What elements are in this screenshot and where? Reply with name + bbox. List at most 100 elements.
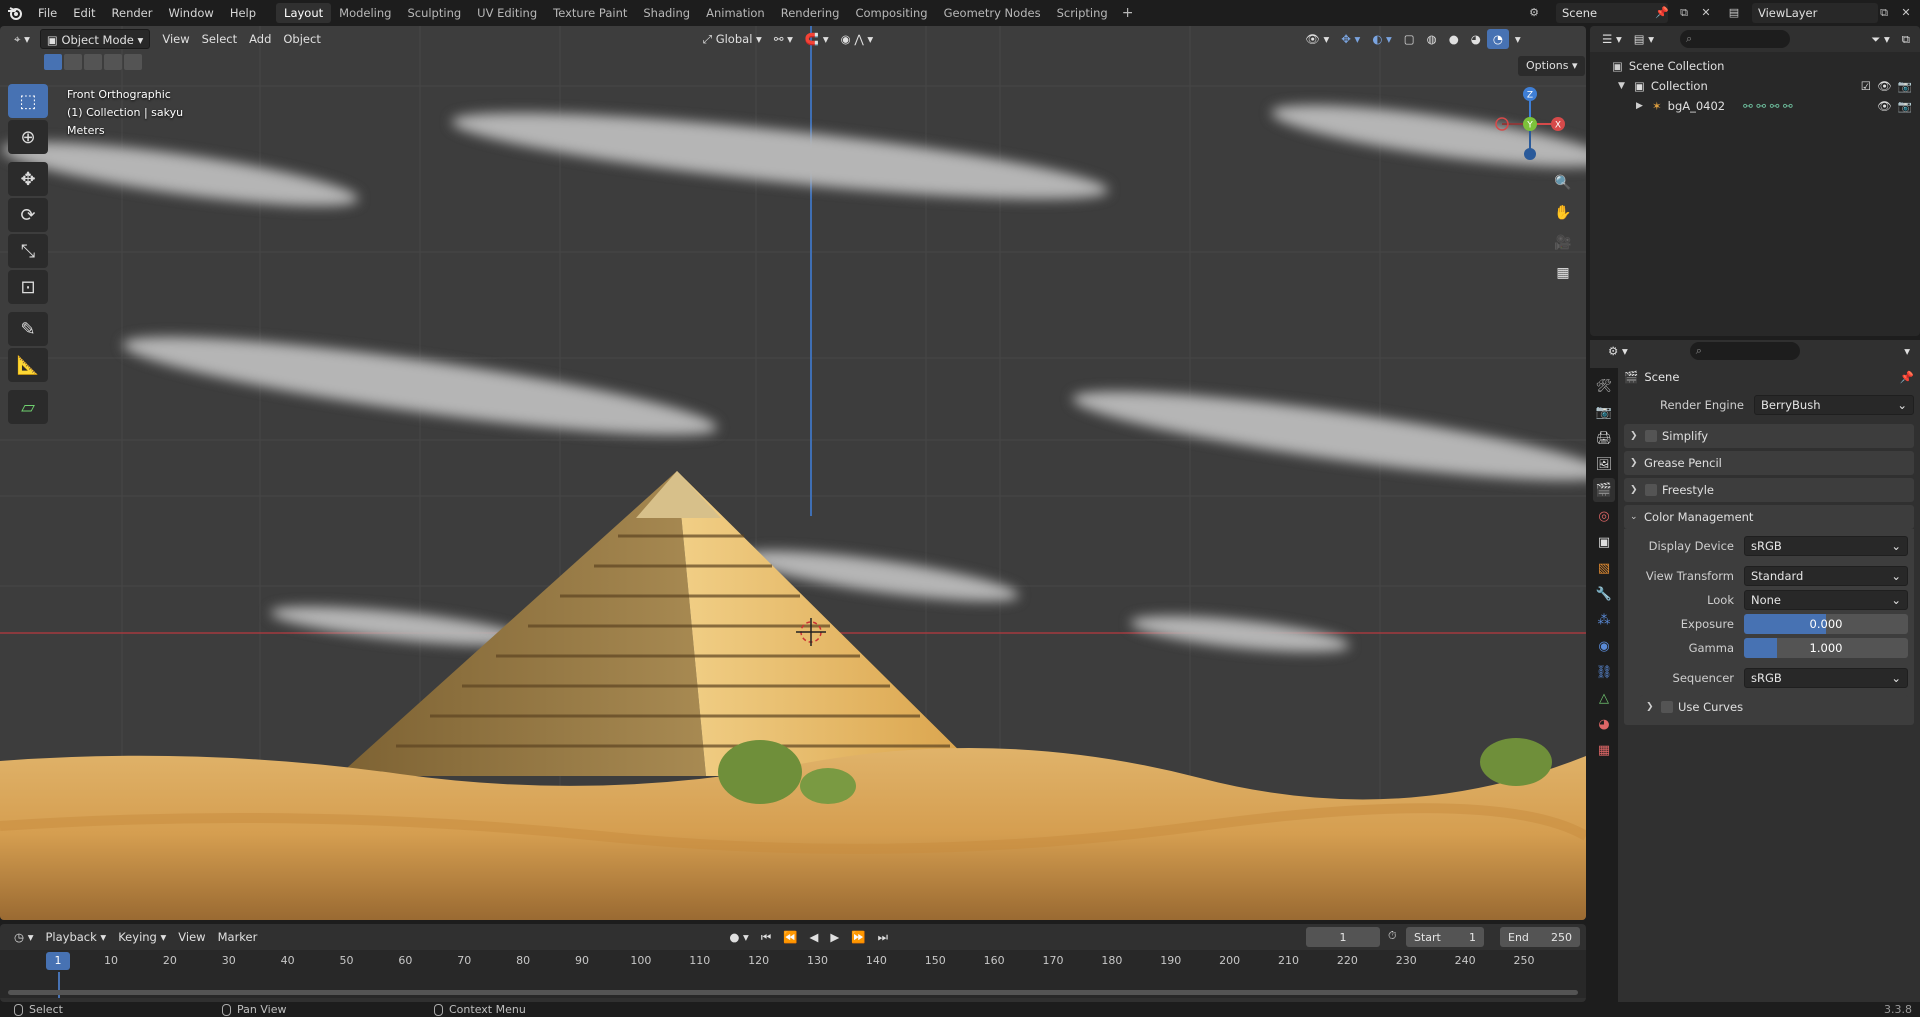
current-frame-field[interactable]: 1 xyxy=(1306,927,1380,947)
use-curves-checkbox[interactable] xyxy=(1661,701,1673,713)
delete-scene-icon[interactable]: ✕ xyxy=(1698,5,1714,21)
collection-checkbox-icon[interactable]: ☑ xyxy=(1861,79,1871,93)
new-view-layer-icon[interactable]: ⧉ xyxy=(1876,5,1892,21)
collection-visibility-icon[interactable]: 👁 xyxy=(1877,79,1892,93)
snap-icon[interactable]: 🧲 ▾ xyxy=(799,29,835,49)
display-mode-icon[interactable]: ▤ ▾ xyxy=(1628,29,1660,49)
tab-scripting[interactable]: Scripting xyxy=(1049,3,1116,23)
scene-tab-icon[interactable]: 🎬 xyxy=(1593,478,1615,502)
use-preview-range-icon[interactable]: ⏱ xyxy=(1388,929,1397,943)
visibility-icon[interactable]: 👁 ▾ xyxy=(1299,29,1335,49)
cursor-tool-icon[interactable]: ⊕ xyxy=(8,120,48,154)
end-frame-field[interactable]: End 250 xyxy=(1500,927,1580,947)
timeline-editor-type-icon[interactable]: ◷ ▾ xyxy=(8,927,39,947)
tab-shading[interactable]: Shading xyxy=(635,3,698,23)
view-layer-icon[interactable]: ▤ xyxy=(1726,5,1742,21)
ortho-grid-icon[interactable]: ▦ xyxy=(1550,260,1576,286)
select-subtract-icon[interactable] xyxy=(84,54,102,70)
collection-expand-icon[interactable]: ▼ xyxy=(1618,81,1630,91)
freestyle-panel-header[interactable]: ❯ Freestyle xyxy=(1624,478,1914,502)
shading-solid-icon[interactable]: ● xyxy=(1443,29,1465,49)
rotate-tool-icon[interactable]: ⟳ xyxy=(8,198,48,232)
start-frame-field[interactable]: Start 1 xyxy=(1406,927,1484,947)
sequencer-dropdown[interactable]: sRGB ⌄ xyxy=(1744,668,1908,688)
timeline-menu-keying[interactable]: Keying ▾ xyxy=(112,927,172,947)
gizmo-toggle-icon[interactable]: ✥ ▾ xyxy=(1335,29,1366,49)
options-button[interactable]: Options ▾ xyxy=(1518,56,1586,76)
timeline-menu-view[interactable]: View xyxy=(172,927,211,947)
collection-render-icon[interactable]: 📷 xyxy=(1898,79,1912,93)
particles-tab-icon[interactable]: ⁂ xyxy=(1593,608,1615,632)
collection-tab-icon[interactable]: ▣ xyxy=(1593,530,1615,554)
constraints-tab-icon[interactable]: ⛓ xyxy=(1593,660,1615,684)
look-dropdown[interactable]: None ⌄ xyxy=(1744,590,1908,610)
view-transform-dropdown[interactable]: Standard ⌄ xyxy=(1744,566,1908,586)
scene-selector[interactable]: Scene xyxy=(1556,3,1668,23)
measure-tool-icon[interactable]: 📐 xyxy=(8,348,48,382)
properties-search-input[interactable]: ⌕ xyxy=(1689,342,1800,360)
proportional-edit-icon[interactable]: ◉ ⋀ ▾ xyxy=(835,29,880,49)
tab-sculpting[interactable]: Sculpting xyxy=(399,3,469,23)
collection-row[interactable]: ▼ ▣ Collection ☑ 👁 📷 xyxy=(1590,76,1920,96)
timeline-menu-marker[interactable]: Marker xyxy=(212,927,264,947)
viewport-menu-view[interactable]: View xyxy=(156,29,195,49)
filter-icon[interactable]: ⏷ ▾ xyxy=(1865,29,1896,49)
tool-tab-icon[interactable]: 🛠 xyxy=(1593,374,1615,398)
freestyle-checkbox[interactable] xyxy=(1645,484,1657,496)
select-extend-icon[interactable] xyxy=(64,54,82,70)
annotate-tool-icon[interactable]: ✎ xyxy=(8,312,48,346)
blender-logo-icon[interactable] xyxy=(0,0,30,26)
xray-icon[interactable]: ▢ xyxy=(1398,29,1421,49)
tab-animation[interactable]: Animation xyxy=(698,3,773,23)
object-tab-icon[interactable]: ▧ xyxy=(1593,556,1615,580)
render-engine-dropdown[interactable]: BerryBush ⌄ xyxy=(1754,395,1914,415)
tab-rendering[interactable]: Rendering xyxy=(773,3,848,23)
view-layer-selector[interactable]: ViewLayer xyxy=(1752,3,1878,23)
add-workspace-icon[interactable]: + xyxy=(1116,5,1140,21)
jump-end-icon[interactable]: ⏭ xyxy=(872,927,894,947)
grease-pencil-panel-header[interactable]: ❯ Grease Pencil xyxy=(1624,451,1914,475)
playhead-frame-label[interactable]: 1 xyxy=(46,952,70,970)
overlay-toggle-icon[interactable]: ◐ ▾ xyxy=(1366,29,1397,49)
object-expand-icon[interactable]: ▶ xyxy=(1636,101,1648,111)
scale-tool-icon[interactable]: ⤡ xyxy=(8,234,48,268)
tab-modeling[interactable]: Modeling xyxy=(331,3,399,23)
material-tab-icon[interactable]: ◕ xyxy=(1593,712,1615,736)
view-layer-tab-icon[interactable]: 🖼 xyxy=(1593,452,1615,476)
scene-collection-row[interactable]: ▣ Scene Collection xyxy=(1590,56,1920,76)
tab-geometry-nodes[interactable]: Geometry Nodes xyxy=(936,3,1049,23)
navigation-gizmo[interactable]: Z X Y xyxy=(1490,84,1570,164)
properties-editor-type-icon[interactable]: ⚙ ▾ xyxy=(1602,341,1634,361)
output-tab-icon[interactable]: 🖨 xyxy=(1593,426,1615,450)
tab-texture-paint[interactable]: Texture Paint xyxy=(545,3,635,23)
outliner-editor-type-icon[interactable]: ☰ ▾ xyxy=(1596,29,1628,49)
modifier-tab-icon[interactable]: 🔧 xyxy=(1593,582,1615,606)
new-scene-icon[interactable]: ⧉ xyxy=(1676,5,1692,21)
properties-pin-icon[interactable]: 📌 xyxy=(1900,370,1914,384)
orientation-selector[interactable]: ⤢ Global ▾ xyxy=(697,29,768,49)
editor-type-icon[interactable]: ⌖ ▾ xyxy=(8,29,36,49)
render-tab-icon[interactable]: 📷 xyxy=(1593,400,1615,424)
play-reverse-icon[interactable]: ◀ xyxy=(804,927,825,947)
object-visibility-icon[interactable]: 👁 xyxy=(1877,99,1892,113)
timeline-scrollbar[interactable] xyxy=(8,990,1578,995)
exposure-slider[interactable]: 0.000 xyxy=(1744,614,1908,634)
tab-compositing[interactable]: Compositing xyxy=(847,3,935,23)
shading-material-icon[interactable]: ◕ xyxy=(1465,29,1487,49)
pin-icon[interactable]: 📌 xyxy=(1654,5,1670,21)
add-cube-tool-icon[interactable]: ▱ xyxy=(8,390,48,424)
gamma-slider[interactable]: 1.000 xyxy=(1744,638,1908,658)
simplify-checkbox[interactable] xyxy=(1645,430,1657,442)
jump-next-key-icon[interactable]: ⏩ xyxy=(845,927,871,947)
properties-options-icon[interactable]: ▾ xyxy=(1898,341,1916,361)
object-row[interactable]: ▶ ✶ bgA_0402 ⚯ ⚯ ⚯ ⚯ 👁 📷 xyxy=(1590,96,1920,116)
delete-view-layer-icon[interactable]: ✕ xyxy=(1898,5,1914,21)
shading-options-icon[interactable]: ▾ xyxy=(1509,29,1527,49)
pivot-point-icon[interactable]: ⚯ ▾ xyxy=(768,29,799,49)
timeline-menu-playback[interactable]: Playback ▾ xyxy=(39,927,112,947)
select-new-icon[interactable] xyxy=(44,54,62,70)
menu-window[interactable]: Window xyxy=(160,2,221,24)
camera-view-icon[interactable]: 🎥 xyxy=(1550,230,1576,256)
texture-tab-icon[interactable]: ▦ xyxy=(1593,738,1615,762)
physics-tab-icon[interactable]: ◉ xyxy=(1593,634,1615,658)
